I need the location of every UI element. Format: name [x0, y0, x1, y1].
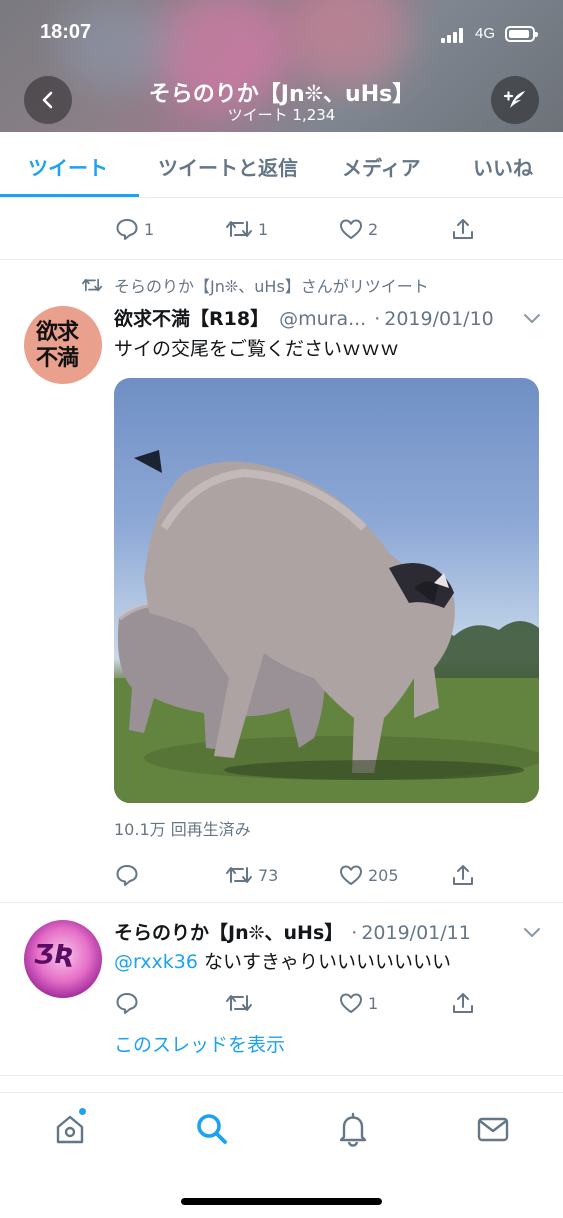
retweet-button[interactable]: [224, 990, 258, 1016]
nav-search[interactable]: [194, 1111, 230, 1151]
mention-link[interactable]: @rxxk36: [114, 951, 198, 973]
reply-icon: [116, 219, 138, 240]
tweet-divider: [0, 902, 563, 903]
compose-tweet-icon: [503, 91, 525, 108]
share-icon: [453, 865, 473, 885]
tweet-actions: 1: [114, 990, 494, 1020]
home-icon: [56, 1115, 84, 1144]
display-name[interactable]: 欲求不満【R18】: [114, 304, 269, 331]
like-count: 1: [368, 993, 379, 1013]
home-indicator: [181, 1198, 382, 1205]
reply-icon: [116, 993, 138, 1014]
tab-tweets[interactable]: ツイート: [28, 152, 108, 181]
retweet-icon: [226, 221, 252, 237]
chevron-down-icon[interactable]: [522, 924, 542, 940]
retweet-icon: [226, 995, 252, 1011]
separator-dot: ·: [351, 922, 358, 944]
nav-home[interactable]: [53, 1111, 87, 1151]
retweeted-by-label: そらのりか【Jn❊、uHs】さんがリツイート: [114, 277, 429, 296]
tweet-date: 2019/01/11: [361, 922, 471, 944]
tweet-text: サイの交尾をご覧くださいｗｗｗ: [114, 338, 400, 360]
video-thumbnail[interactable]: [114, 378, 539, 803]
reply-button[interactable]: [114, 862, 144, 888]
status-time: 18:07: [40, 21, 92, 43]
notification-dot: [78, 1107, 87, 1116]
tweet-date: 2019/01/10: [384, 308, 494, 330]
retweet-count: 1: [258, 219, 269, 239]
like-count: 205: [368, 865, 399, 885]
reply-button[interactable]: [114, 990, 144, 1016]
share-icon: [453, 219, 473, 239]
tab-likes[interactable]: いいね: [473, 152, 533, 181]
search-icon: [197, 1114, 227, 1144]
share-icon: [453, 993, 473, 1013]
profile-tabs: ツイート ツイートと返信 メディア いいね: [0, 132, 563, 198]
reply-button[interactable]: 1: [114, 216, 154, 242]
tweet-header: 欲求不満【R18】 @mura... · 2019/01/10: [114, 304, 494, 331]
retweet-context: そらのりか【Jn❊、uHs】さんがリツイート: [80, 273, 429, 297]
tweet-text: @rxxk36 ないすきゃりいいいいいいい: [114, 947, 451, 974]
status-bar: 18:07 4G: [0, 0, 563, 64]
like-button[interactable]: 1: [338, 990, 378, 1016]
compose-button[interactable]: [491, 76, 539, 124]
share-button[interactable]: [450, 990, 476, 1016]
signal-icon: [441, 27, 467, 43]
tweet-count: ツイート 1,234: [227, 106, 336, 124]
like-count: 2: [368, 219, 379, 239]
view-count: 10.1万 回再生済み: [114, 820, 251, 839]
tweet-divider: [0, 259, 563, 260]
avatar[interactable]: 欲求不満: [24, 306, 102, 384]
chevron-down-icon[interactable]: [522, 310, 542, 326]
heart-icon: [340, 219, 362, 239]
tweet-body: ないすきゃりいいいいいいい: [197, 951, 452, 973]
notifications-bell-icon: [339, 1112, 367, 1147]
show-thread-link[interactable]: このスレッドを表示: [114, 1030, 285, 1057]
avatar-text: 欲求不満: [36, 319, 79, 371]
retweet-icon: [81, 278, 103, 292]
tweet-header: そらのりか【Jn❊、uHs】 · 2019/01/11: [114, 918, 471, 945]
heart-icon: [340, 865, 362, 885]
network-type: 4G: [475, 25, 496, 42]
like-button[interactable]: 205: [338, 862, 399, 888]
nav-notifications[interactable]: [336, 1111, 370, 1151]
retweet-count: 73: [258, 865, 279, 885]
battery-icon: [505, 26, 538, 42]
tweet-divider: [0, 1075, 563, 1076]
display-name[interactable]: そらのりか【Jn❊、uHs】: [114, 918, 343, 945]
tab-media[interactable]: メディア: [342, 152, 421, 181]
share-button[interactable]: [450, 862, 476, 888]
retweet-button[interactable]: 73: [224, 862, 278, 888]
avatar-text: ƷƦ: [34, 940, 75, 970]
active-tab-indicator: [0, 194, 139, 197]
tweet-actions: 1 1 2: [114, 216, 494, 246]
user-handle[interactable]: @mura...: [279, 308, 366, 330]
heart-icon: [340, 993, 362, 1013]
retweet-icon: [226, 867, 252, 883]
separator-dot: ·: [374, 308, 381, 330]
tab-tweets-and-replies[interactable]: ツイートと返信: [158, 152, 298, 181]
tweet-actions: 73 205: [114, 862, 494, 892]
share-button[interactable]: [450, 216, 476, 242]
retweet-button[interactable]: 1: [224, 216, 268, 242]
avatar[interactable]: ƷƦ: [24, 920, 102, 998]
like-button[interactable]: 2: [338, 216, 378, 242]
reply-icon: [116, 865, 138, 886]
nav-messages[interactable]: [476, 1111, 510, 1151]
messages-envelope-icon: [477, 1117, 509, 1142]
rhino-video-frame: [114, 450, 539, 803]
profile-header: 18:07 4G そらのりか【Jn❊、uHs】 ツイート 1,234: [0, 0, 563, 132]
reply-count: 1: [144, 219, 155, 239]
